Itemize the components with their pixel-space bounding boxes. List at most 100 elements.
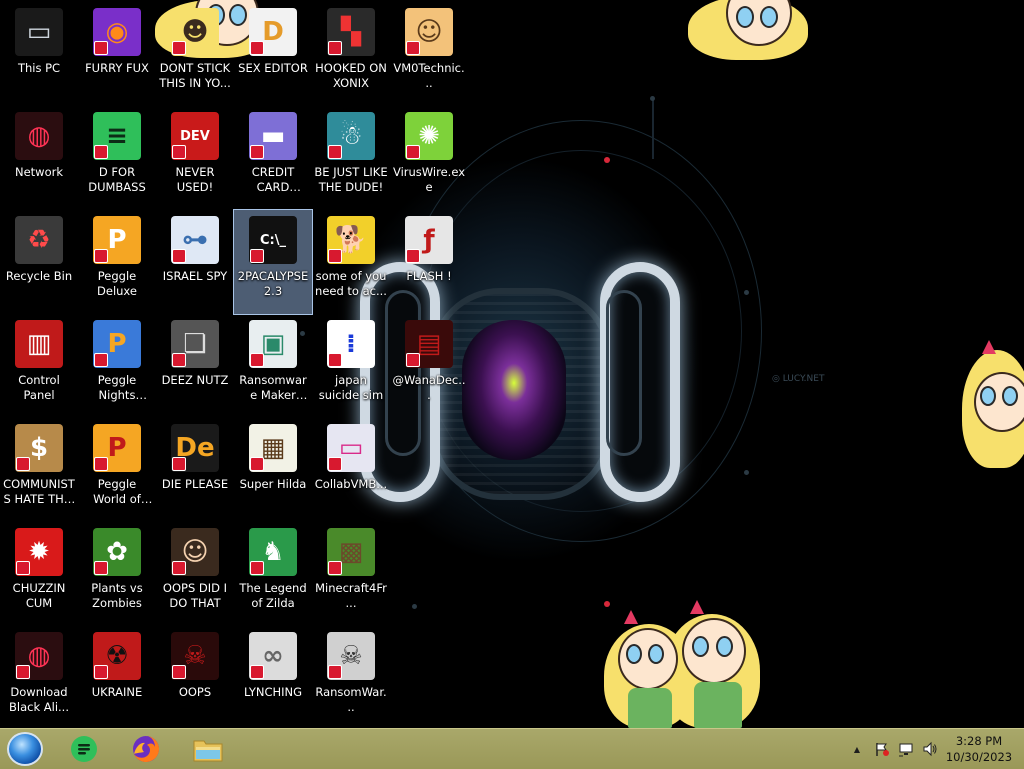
shortcut-arrow-icon (94, 665, 108, 679)
windows-start-orb-icon[interactable] (7, 732, 43, 766)
desktop-icon-label: DIE PLEASE (161, 477, 229, 491)
desktop-icon-label: Ransomware Maker Build... (239, 373, 307, 402)
shortcut-arrow-icon (328, 457, 342, 471)
desktop-icon-firefox[interactable]: ◉ FURRY FUX (78, 2, 156, 106)
desktop-icon-alien[interactable]: ◍ Download Black Ali... (0, 626, 78, 728)
shortcut-arrow-icon (328, 41, 342, 55)
desktop-icon-computer[interactable]: ▭ This PC (0, 2, 78, 106)
desktop-icon-rope[interactable]: ∞ LYNCHING (234, 626, 312, 728)
desktop-icon-devcpp[interactable]: DEV NEVER USED! (156, 106, 234, 210)
desktop-icon-portrait[interactable]: ☺ OOPS DID I DO THAT (156, 522, 234, 626)
collabvm-icon: ▭ (327, 424, 375, 472)
shortcut-arrow-icon (250, 41, 264, 55)
shortcut-arrow-icon (94, 457, 108, 471)
lime-icon: ✺ (405, 112, 453, 160)
desktop-icon-peggle-nights[interactable]: P Peggle Nights Deluxe (78, 314, 156, 418)
desktop-icon-peggle[interactable]: P Peggle Deluxe (78, 210, 156, 314)
desktop-icon-chuzzle[interactable]: ✹ CHUZZIN CUM (0, 522, 78, 626)
desktop-icon-label: FLASH ! (406, 269, 452, 283)
flash-icon: ƒ (405, 216, 453, 264)
taskbar-firefox-button[interactable] (126, 731, 166, 767)
desktop-icon-editor[interactable]: D SEX EDITOR (234, 2, 312, 106)
desktop-icon-label: CHUZZIN CUM (12, 581, 66, 610)
editor-icon: D (249, 8, 297, 56)
taskbar-file-explorer-button[interactable] (188, 731, 228, 767)
desktop-icon-ransomware-builder[interactable]: ▣ Ransomware Maker Build... (234, 314, 312, 418)
taskbar-chat-app-button[interactable] (64, 731, 104, 767)
xonix-icon: ▚ (327, 8, 375, 56)
desktop-icon-santa[interactable]: ☃ BE JUST LIKE THE DUDE! (312, 106, 390, 210)
peggle-wow-icon: P (93, 424, 141, 472)
minecraft-icon: ▩ (327, 528, 375, 576)
desktop-icon-dog[interactable]: 🐕 some of you need to ac... (312, 210, 390, 314)
firefox-icon: ◉ (93, 8, 141, 56)
shortcut-arrow-icon (250, 249, 264, 263)
action-center-flag-icon[interactable] (872, 729, 892, 769)
desktop-icon-zilda[interactable]: ♞ The Legend of Zilda (234, 522, 312, 626)
clock-date: 10/30/2023 (945, 750, 1013, 764)
shortcut-arrow-icon (94, 561, 108, 575)
pixel-icon: ▦ (249, 424, 297, 472)
desktop-icon-label: Super Hilda (239, 477, 307, 491)
show-hidden-icons-button[interactable]: ▲ (850, 729, 864, 769)
shortcut-arrow-icon (250, 457, 264, 471)
desktop-icon-label: HOOKED ON XONIX (315, 61, 387, 90)
desktop-icon-money-bag[interactable]: $ COMMUNISTS HATE THIS G... (0, 418, 78, 522)
desktop-icon-minecraft[interactable]: ▩ Minecraft4Fr... (312, 522, 390, 626)
peggle-nights-icon: P (93, 320, 141, 368)
taskbar: ▲ 3:28 PM 10/30/2023 (0, 728, 1024, 769)
desktop-icon-peggle-wow[interactable]: P Peggle World of Warcraft ... (78, 418, 156, 522)
desktop-icon-wannadecryptor[interactable]: ▤ @WanaDec... (390, 314, 468, 418)
desktop-icon-collabvm[interactable]: ▭ CollabVMB... (312, 418, 390, 522)
taskbar-clock[interactable]: 3:28 PM 10/30/2023 (944, 733, 1014, 765)
desktop-icon-label: Download Black Ali... (9, 685, 69, 714)
network-tray-icon[interactable] (896, 729, 916, 769)
desktop-icon-control-panel[interactable]: ▥ Control Panel (0, 314, 78, 418)
desktop-icon-lime[interactable]: ✺ VirusWire.exe (390, 106, 468, 210)
desktop-icon-pixel[interactable]: ▦ Super Hilda (234, 418, 312, 522)
devcpp-icon: DEV (171, 112, 219, 160)
desktop-icon-label: DEEZ NUTZ (161, 373, 229, 387)
volume-tray-icon[interactable] (920, 729, 940, 769)
cartoon-sticker-right (962, 340, 1024, 470)
windows-stack-icon: ❏ (171, 320, 219, 368)
spy-icon: ⊶ (171, 216, 219, 264)
santa-icon: ☃ (327, 112, 375, 160)
desktop-icon-credit-card[interactable]: ▬ CREDIT CARD CHECKER (234, 106, 312, 210)
desktop-icon-recycle-bin[interactable]: ♻ Recycle Bin (0, 210, 78, 314)
desktop-icon-terminal[interactable]: C:\_ 2PACALYPSE 2.3 (233, 209, 313, 315)
desktop-icon-skull-ring[interactable]: ☠ RansomWar... (312, 626, 390, 728)
desktop-icon-chat[interactable]: ≡ D FOR DUMBASS (78, 106, 156, 210)
desktop-icon-label: BE JUST LIKE THE DUDE! (314, 165, 388, 194)
desktop-icon-de[interactable]: De DIE PLEASE (156, 418, 234, 522)
desktop-icon-label: CREDIT CARD CHECKER (251, 165, 295, 194)
dog-icon: 🐕 (327, 216, 375, 264)
desktop[interactable]: ◎ LUCY.NET ▭ This PC ◉ FURRY FUX ☻ DONT STI (0, 0, 1024, 728)
desktop-icon-label: LYNCHING (243, 685, 303, 699)
shortcut-arrow-icon (94, 145, 108, 159)
rope-icon: ∞ (249, 632, 297, 680)
desktop-icon-plant[interactable]: ✿ Plants vs Zombies (78, 522, 156, 626)
desktop-icon-label: Recycle Bin (5, 269, 73, 283)
ransomware-builder-icon: ▣ (249, 320, 297, 368)
shortcut-arrow-icon (94, 353, 108, 367)
computer-icon: ▭ (15, 8, 63, 56)
desktop-icon-oops[interactable]: ☠ OOPS (156, 626, 234, 728)
money-bag-icon: $ (15, 424, 63, 472)
desktop-icon-windows-stack[interactable]: ❏ DEEZ NUTZ (156, 314, 234, 418)
desktop-icon-flash[interactable]: ƒ FLASH ! (390, 210, 468, 314)
desktop-icon-xonix[interactable]: ▚ HOOKED ON XONIX (312, 2, 390, 106)
desktop-icon-spy[interactable]: ⊶ ISRAEL SPY (156, 210, 234, 314)
cartoon-icon: ☻ (171, 8, 219, 56)
alien-icon: ◍ (15, 632, 63, 680)
desktop-icon-label: Network (14, 165, 64, 179)
desktop-icon-doctor[interactable]: ☺ VM0Technic... (390, 2, 468, 106)
desktop-icon-network[interactable]: ◍ Network (0, 106, 78, 210)
desktop-icon-radiation[interactable]: ☢ UKRAINE (78, 626, 156, 728)
radiation-icon: ☢ (93, 632, 141, 680)
credit-card-icon: ▬ (249, 112, 297, 160)
de-icon: De (171, 424, 219, 472)
desktop-icon-label: RansomWar... (315, 685, 387, 714)
desktop-icon-document[interactable]: ⁞ japan suicide sim (312, 314, 390, 418)
desktop-icon-cartoon[interactable]: ☻ DONT STICK THIS IN YO... (156, 2, 234, 106)
